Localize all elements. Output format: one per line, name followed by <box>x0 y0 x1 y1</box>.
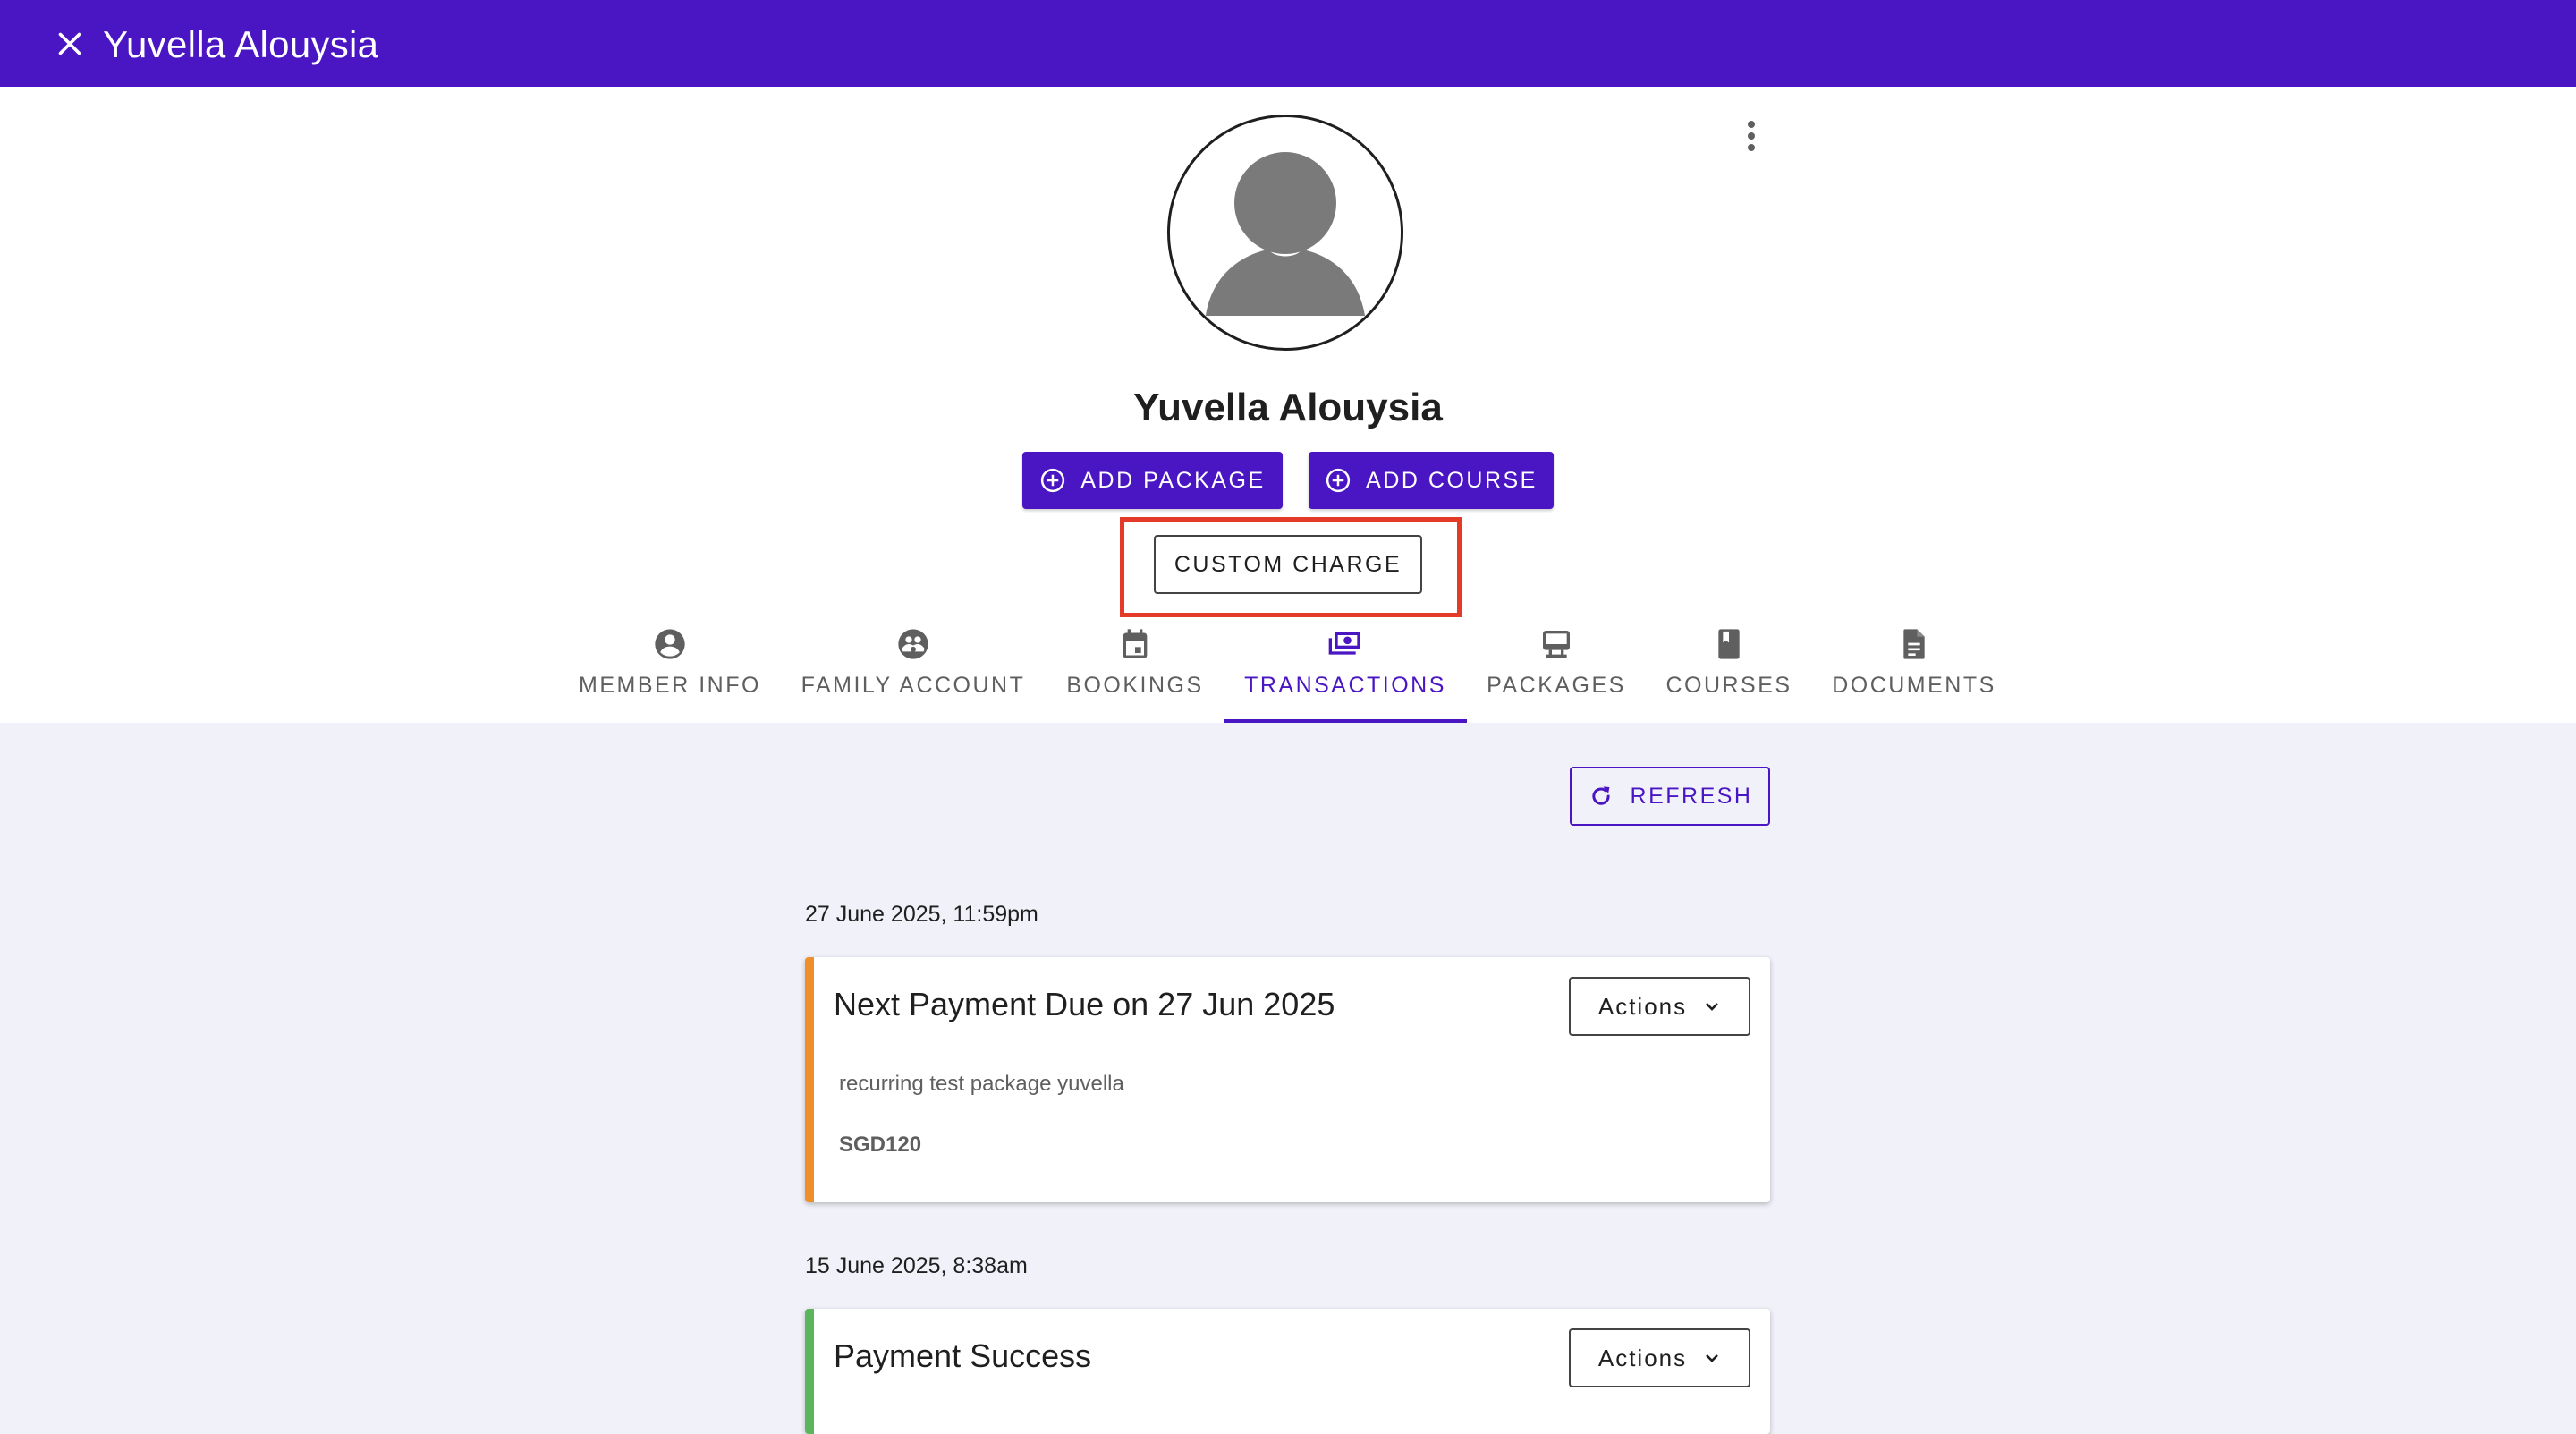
transaction-date: 27 June 2025, 11:59pm <box>805 902 1038 927</box>
tab-label: PACKAGES <box>1487 673 1626 698</box>
tab-transactions[interactable]: TRANSACTIONS <box>1224 626 1467 723</box>
tab-family-account[interactable]: FAMILY ACCOUNT <box>801 626 1026 723</box>
tab-label: BOOKINGS <box>1066 673 1204 698</box>
actions-label: Actions <box>1597 992 1688 1020</box>
transaction-card: Next Payment Due on 27 Jun 2025 Actions … <box>805 957 1770 1202</box>
member-name: Yuvella Alouysia <box>1133 386 1443 429</box>
account-circle-icon <box>655 629 685 659</box>
family-icon <box>898 629 928 659</box>
app-bar: Yuvella Alouysia <box>0 0 2576 87</box>
close-icon[interactable] <box>54 28 86 60</box>
window-title: Yuvella Alouysia <box>103 23 379 65</box>
actions-dropdown[interactable]: Actions <box>1569 1328 1750 1387</box>
actions-dropdown[interactable]: Actions <box>1569 977 1750 1036</box>
chevron-down-icon <box>1706 1354 1719 1362</box>
tab-label: TRANSACTIONS <box>1244 673 1446 698</box>
refresh-button[interactable]: REFRESH <box>1570 767 1770 826</box>
transaction-date: 15 June 2025, 8:38am <box>805 1253 1028 1278</box>
tab-courses[interactable]: COURSES <box>1665 626 1792 723</box>
tab-bookings[interactable]: BOOKINGS <box>1064 626 1206 723</box>
transaction-description: recurring test package yuvella <box>839 1072 1124 1096</box>
tab-label: COURSES <box>1665 673 1792 698</box>
status-stripe <box>805 1309 814 1434</box>
tab-label: MEMBER INFO <box>579 673 761 698</box>
document-icon <box>1903 629 1925 659</box>
custom-charge-label: CUSTOM CHARGE <box>1174 551 1402 577</box>
book-icon <box>1718 629 1740 659</box>
transaction-card: Payment Success Actions <box>805 1309 1770 1434</box>
chevron-down-icon <box>1706 1003 1719 1011</box>
avatar <box>1167 115 1403 351</box>
transaction-title: Next Payment Due on 27 Jun 2025 <box>834 986 1335 1022</box>
transaction-amount: SGD120 <box>839 1133 922 1157</box>
tab-member-info[interactable]: MEMBER INFO <box>579 626 761 723</box>
tab-label: FAMILY ACCOUNT <box>801 673 1026 698</box>
more-options-icon[interactable] <box>1739 118 1764 154</box>
add-circle-icon <box>1326 468 1351 493</box>
tab-documents[interactable]: DOCUMENTS <box>1832 626 1996 723</box>
person-icon <box>1206 152 1365 316</box>
custom-charge-button[interactable]: CUSTOM CHARGE <box>1154 535 1422 594</box>
payments-icon <box>1328 632 1360 655</box>
add-package-button[interactable]: ADD PACKAGE <box>1022 452 1283 509</box>
package-icon <box>1543 631 1570 658</box>
add-course-label: ADD COURSE <box>1366 467 1538 493</box>
tab-packages[interactable]: PACKAGES <box>1487 626 1626 723</box>
member-tabs: MEMBER INFO FAMILY ACCOUNT BOOKINGS TRAN… <box>0 626 2576 723</box>
tab-label: DOCUMENTS <box>1832 673 1996 698</box>
add-course-button[interactable]: ADD COURSE <box>1309 452 1554 509</box>
refresh-label: REFRESH <box>1630 783 1753 809</box>
calendar-icon <box>1123 629 1148 658</box>
refresh-icon <box>1591 786 1610 805</box>
status-stripe <box>805 957 814 1202</box>
actions-label: Actions <box>1597 1344 1688 1371</box>
add-circle-icon <box>1041 468 1065 493</box>
transaction-title: Payment Success <box>834 1337 1092 1374</box>
add-package-label: ADD PACKAGE <box>1080 467 1266 493</box>
